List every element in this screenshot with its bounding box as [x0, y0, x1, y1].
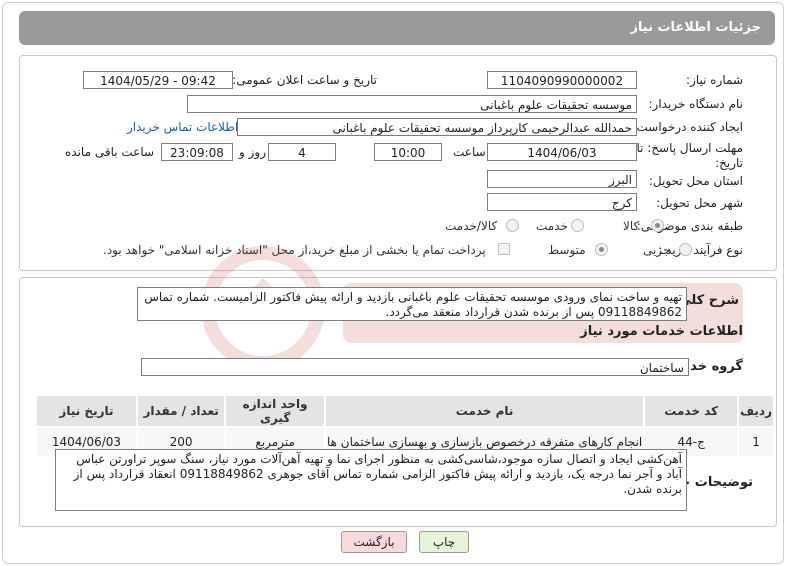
province-label: استان محل تحویل: [648, 174, 743, 188]
days-field: 4 [268, 143, 336, 161]
description-textarea[interactable]: تهیه و ساخت نمای ورودی موسسه تحقیقات علو… [137, 287, 687, 321]
deadline-time-field: 10:00 [374, 143, 442, 161]
services-table-header: ردیف کد خدمت نام خدمت واحد اندازه گیری ت… [35, 394, 775, 428]
remaining-time-field: 23:09:08 [161, 143, 233, 161]
process-option-minor: جزیی [643, 243, 671, 257]
creator-field: حمدالله عبدالرحیمی کارپرداز موسسه تحقیقا… [237, 118, 637, 136]
announce-label: تاریخ و ساعت اعلان عمومی: [232, 73, 377, 87]
days-label: روز و [239, 145, 266, 159]
category-radio-goods-service[interactable] [506, 219, 519, 232]
time-label: ساعت [453, 145, 486, 159]
creator-label: ایجاد کننده درخواست: [632, 120, 743, 134]
payment-checkbox[interactable] [498, 243, 510, 255]
col-unit: واحد اندازه گیری [224, 394, 326, 428]
province-field: البرز [487, 170, 637, 188]
back-button[interactable]: بازگشت [341, 531, 407, 553]
deadline-label: مهلت ارسال پاسخ: تا [636, 141, 743, 155]
title-bar: جزئیات اطلاعات نیاز [19, 11, 775, 45]
col-code: کد خدمت [643, 394, 740, 428]
announce-field: 1404/05/29 - 09:42 [83, 71, 233, 89]
category-radio-service[interactable] [571, 219, 584, 232]
process-option-medium: متوسط [548, 243, 586, 257]
category-option-goods-service: کالا/خدمت [445, 219, 498, 233]
details-window: جزئیات اطلاعات نیاز شماره نیاز: 11040909… [2, 2, 784, 564]
remaining-label: ساعت باقی مانده [65, 145, 155, 159]
deadline-label-date: تاریخ: [715, 156, 743, 170]
buyer-contact-link[interactable]: اطلاعات تماس خریدار [127, 120, 238, 134]
print-button[interactable]: چاپ [419, 531, 469, 553]
col-name: نام خدمت [323, 394, 646, 428]
page-title: جزئیات اطلاعات نیاز [630, 20, 761, 35]
services-section-title: اطلاعات خدمات مورد نیاز [580, 324, 743, 339]
payment-note: پرداخت تمام یا بخشی از مبلغ خرید،از محل … [103, 243, 486, 257]
cell-row: 1 [737, 426, 775, 458]
category-radio-goods[interactable] [651, 219, 664, 232]
buyer-org-label: نام دستگاه خریدار: [648, 97, 744, 111]
deadline-date-field: 1404/06/03 [487, 143, 637, 161]
buyer-notes-textarea[interactable]: آهن‌کشی ایجاد و اتصال سازه موجود،شاسی‌کش… [55, 449, 687, 511]
buyer-org-field: موسسه تحقیقات علوم باغبانی [187, 95, 637, 113]
process-radio-medium[interactable] [595, 243, 608, 256]
process-label: نوع فرآیند خرید : [658, 243, 743, 257]
col-row: ردیف [737, 394, 775, 428]
col-date: تاریخ نیاز [35, 394, 138, 428]
category-option-service: خدمت [536, 219, 568, 233]
need-number-field: 1104090990000002 [487, 71, 637, 89]
city-label: شهر محل تحویل: [656, 196, 743, 210]
service-group-field: ساختمان [141, 358, 689, 376]
need-number-label: شماره نیاز: [686, 73, 743, 87]
city-field: کرج [487, 193, 637, 211]
category-option-goods: کالا [623, 219, 640, 233]
process-radio-minor[interactable] [679, 243, 692, 256]
col-qty: تعداد / مقدار [135, 394, 227, 428]
